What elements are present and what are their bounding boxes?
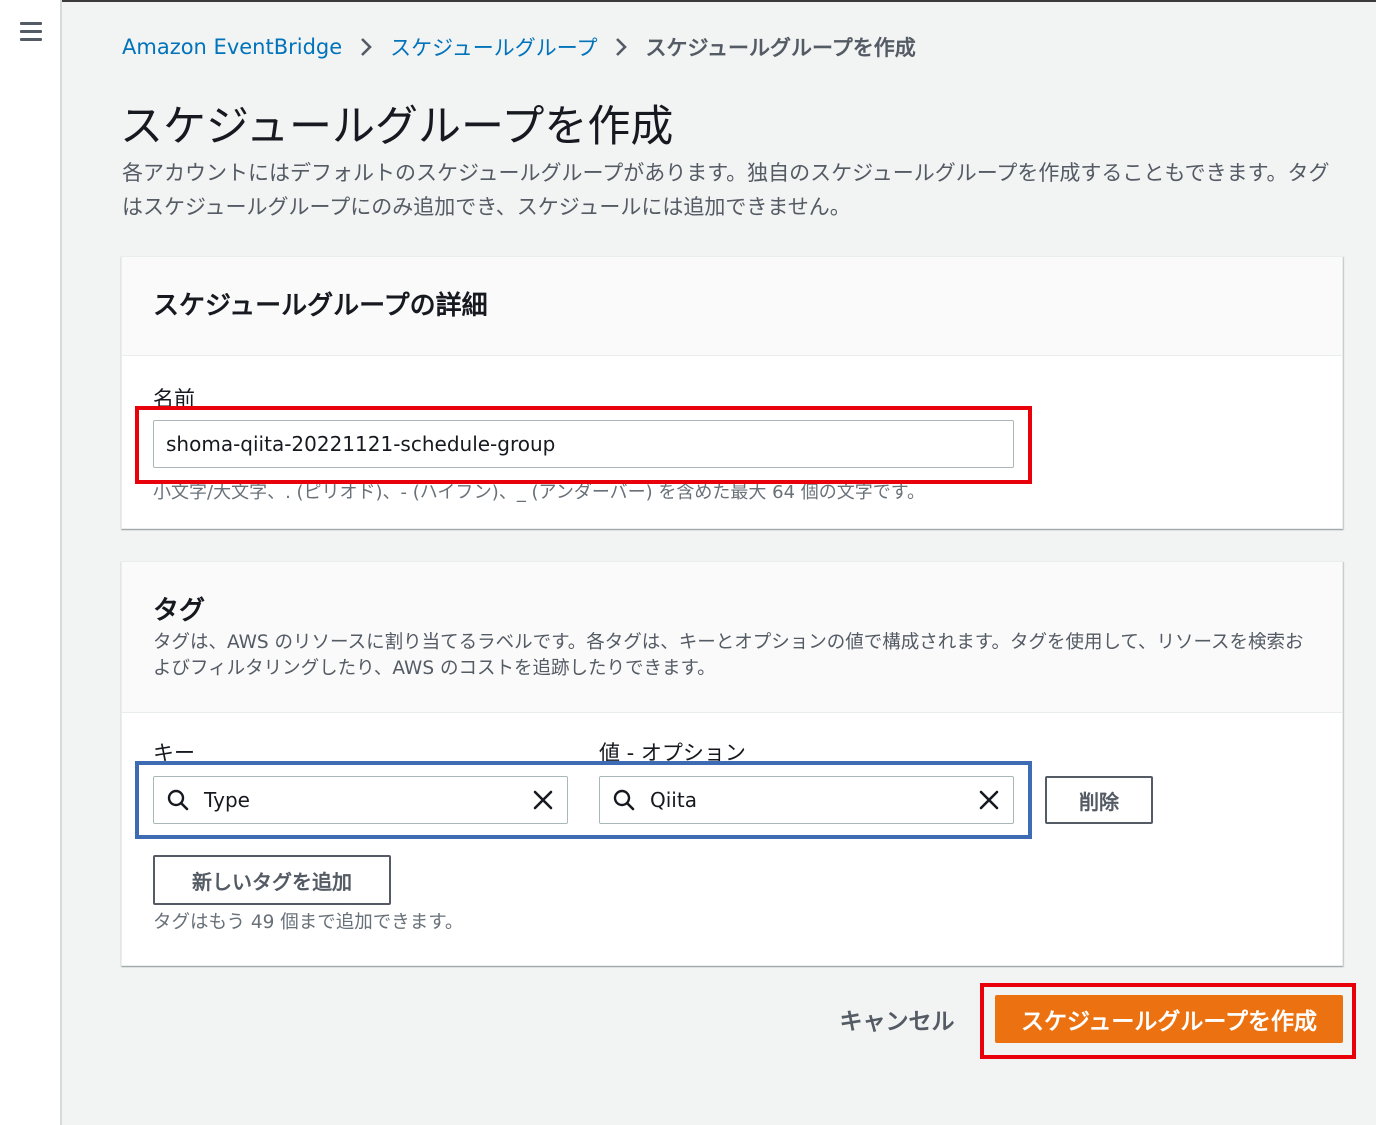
tag-key-label: キー <box>153 741 195 765</box>
add-new-tag-button[interactable]: 新しいタグを追加 <box>153 855 391 905</box>
clear-icon[interactable] <box>977 788 1001 812</box>
name-input[interactable] <box>153 420 1014 468</box>
create-schedule-group-button[interactable]: スケジュールグループを作成 <box>995 995 1343 1043</box>
details-panel-title: スケジュールグループの詳細 <box>153 291 488 321</box>
cancel-button[interactable]: キャンセル <box>832 998 962 1040</box>
breadcrumb-current: スケジュールグループを作成 <box>645 36 916 60</box>
panel-header: スケジュールグループの詳細 <box>122 257 1342 356</box>
clear-icon[interactable] <box>531 788 555 812</box>
page-title: スケジュールグループを作成 <box>120 102 674 152</box>
tags-remaining-hint: タグはもう 49 個まで追加できます。 <box>153 912 464 933</box>
tags-panel-title: タグ <box>153 596 206 626</box>
tag-key-value: Type <box>204 788 250 812</box>
tag-value-input[interactable]: Qiita <box>599 776 1014 824</box>
schedule-group-details-panel: スケジュールグループの詳細 名前 小文字/大文字、. (ピリオド)、- (ハイフ… <box>121 256 1343 529</box>
breadcrumb: Amazon EventBridge スケジュールグループ スケジュールグループ… <box>122 32 916 62</box>
breadcrumb-eventbridge-link[interactable]: Amazon EventBridge <box>122 35 342 59</box>
name-constraint-text: 小文字/大文字、. (ピリオド)、- (ハイフン)、_ (アンダーバー) を含め… <box>153 482 925 503</box>
tag-value-label: 値 - オプション <box>599 741 746 765</box>
side-navigation-rail <box>0 0 62 1125</box>
tags-panel-description: タグは、AWS のリソースに割り当てるラベルです。各タグは、キーとオプションの値… <box>153 632 1304 679</box>
search-icon <box>167 789 189 811</box>
tag-value-value: Qiita <box>650 788 697 812</box>
tags-panel: タグ タグは、AWS のリソースに割り当てるラベルです。各タグは、キーとオプショ… <box>121 561 1343 966</box>
panel-header: タグ タグは、AWS のリソースに割り当てるラベルです。各タグは、キーとオプショ… <box>122 562 1342 713</box>
search-icon <box>613 789 635 811</box>
chevron-right-icon <box>342 36 390 58</box>
tag-key-input[interactable]: Type <box>153 776 568 824</box>
page-description: 各アカウントにはデフォルトのスケジュールグループがあります。独自のスケジュールグ… <box>122 161 1330 219</box>
chevron-right-icon <box>597 36 645 58</box>
remove-tag-button[interactable]: 削除 <box>1045 776 1153 824</box>
hamburger-menu-icon[interactable] <box>20 22 42 41</box>
window-top-border <box>0 0 1376 2</box>
name-field-label: 名前 <box>153 387 195 411</box>
breadcrumb-schedule-groups-link[interactable]: スケジュールグループ <box>390 32 597 62</box>
